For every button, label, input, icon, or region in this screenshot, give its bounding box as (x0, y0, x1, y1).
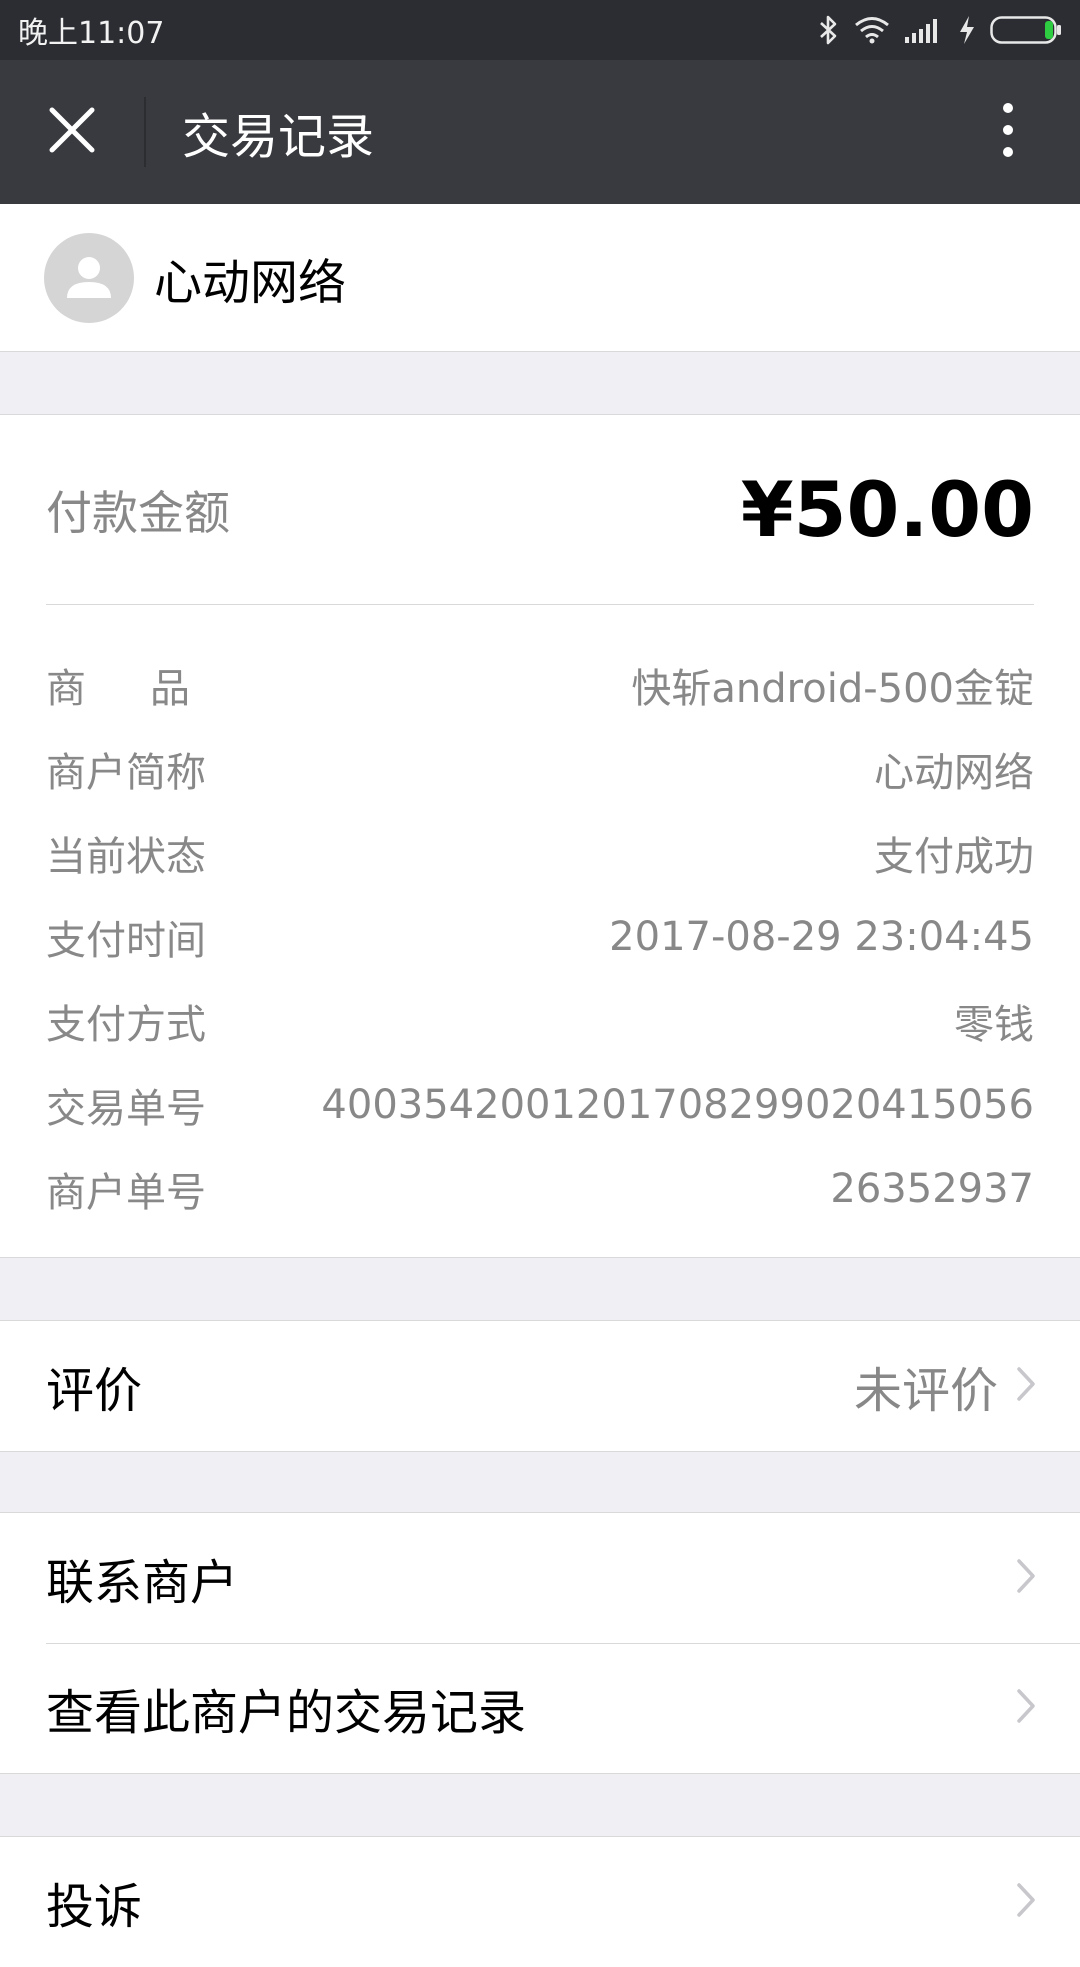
merchant-history-label: 查看此商户的交易记录 (46, 1685, 527, 1741)
detail-row-status: 当前状态 支付成功 (46, 811, 1034, 895)
review-right: 未评价 (854, 1351, 1036, 1421)
detail-value: 26352937 (830, 1166, 1034, 1212)
chevron-right-icon (1016, 1558, 1036, 1598)
detail-list: 商品 快斩android-500金锭 商户简称 心动网络 当前状态 支付成功 支… (46, 643, 1034, 1231)
avatar[interactable] (44, 232, 134, 323)
user-silhouette-icon (59, 246, 119, 310)
detail-value: 快斩android-500金锭 (631, 666, 1034, 712)
chevron-right-icon (1016, 1366, 1036, 1406)
detail-row-product: 商品 快斩android-500金锭 (46, 643, 1034, 727)
review-group: 评价 未评价 (0, 1320, 1080, 1452)
complaint-cell[interactable]: 投诉 (0, 1837, 1080, 1967)
status-bar: 晚上11:07 (0, 0, 1080, 60)
merchant-history-cell[interactable]: 查看此商户的交易记录 (0, 1643, 1080, 1773)
detail-row-pay-method: 支付方式 零钱 (46, 979, 1034, 1063)
bluetooth-icon (818, 14, 840, 46)
merchant-header[interactable]: 心动网络 (0, 204, 1080, 352)
detail-label: 支付方式 (46, 1002, 206, 1048)
merchant-name: 心动网络 (154, 254, 347, 311)
amount-row: 付款金额 ¥50.00 (46, 415, 1034, 605)
detail-value: 2017-08-29 23:04:45 (609, 914, 1034, 960)
detail-label: 当前状态 (46, 834, 206, 880)
contact-merchant-cell[interactable]: 联系商户 (0, 1513, 1080, 1643)
review-label: 评价 (46, 1363, 143, 1419)
chevron-right-icon (1016, 1882, 1036, 1922)
more-button[interactable] (936, 60, 1080, 204)
detail-row-merchant: 商户简称 心动网络 (46, 727, 1034, 811)
more-vertical-icon (1002, 102, 1014, 162)
charging-icon (958, 15, 976, 45)
signal-icon (904, 17, 944, 43)
detail-label: 支付时间 (46, 918, 206, 964)
chevron-right-icon (1016, 1688, 1036, 1728)
close-icon (48, 106, 96, 158)
amount-label: 付款金额 (46, 485, 230, 540)
detail-label: 商户单号 (46, 1170, 206, 1216)
close-button[interactable] (0, 60, 144, 204)
complaint-label: 投诉 (46, 1879, 143, 1935)
detail-label: 商户简称 (46, 750, 206, 796)
merchant-actions-group: 联系商户 查看此商户的交易记录 (0, 1512, 1080, 1774)
amount-value: ¥50.00 (740, 465, 1034, 554)
review-status: 未评价 (853, 1363, 998, 1419)
transaction-detail-card: 付款金额 ¥50.00 商品 快斩android-500金锭 商户简称 心动网络… (0, 414, 1080, 1258)
status-time: 晚上11:07 (18, 16, 165, 51)
page-title: 交易记录 (182, 109, 375, 165)
detail-label: 商品 (46, 666, 254, 712)
status-icons (818, 14, 1062, 46)
detail-row-pay-time: 支付时间 2017-08-29 23:04:45 (46, 895, 1034, 979)
detail-value: 心动网络 (874, 750, 1034, 796)
nav-bar: 交易记录 (0, 60, 1080, 204)
battery-icon (990, 15, 1062, 45)
detail-value: 零钱 (954, 1002, 1034, 1048)
detail-value: 4003542001201708299020415056 (321, 1082, 1034, 1128)
contact-merchant-label: 联系商户 (46, 1555, 239, 1611)
detail-label: 交易单号 (46, 1086, 206, 1132)
complaint-group: 投诉 (0, 1836, 1080, 1967)
wifi-icon (854, 16, 890, 44)
detail-value: 支付成功 (874, 834, 1034, 880)
detail-row-transaction-id: 交易单号 4003542001201708299020415056 (46, 1063, 1034, 1147)
review-cell[interactable]: 评价 未评价 (0, 1321, 1080, 1451)
nav-divider (144, 97, 146, 167)
detail-row-merchant-order-id: 商户单号 26352937 (46, 1147, 1034, 1231)
